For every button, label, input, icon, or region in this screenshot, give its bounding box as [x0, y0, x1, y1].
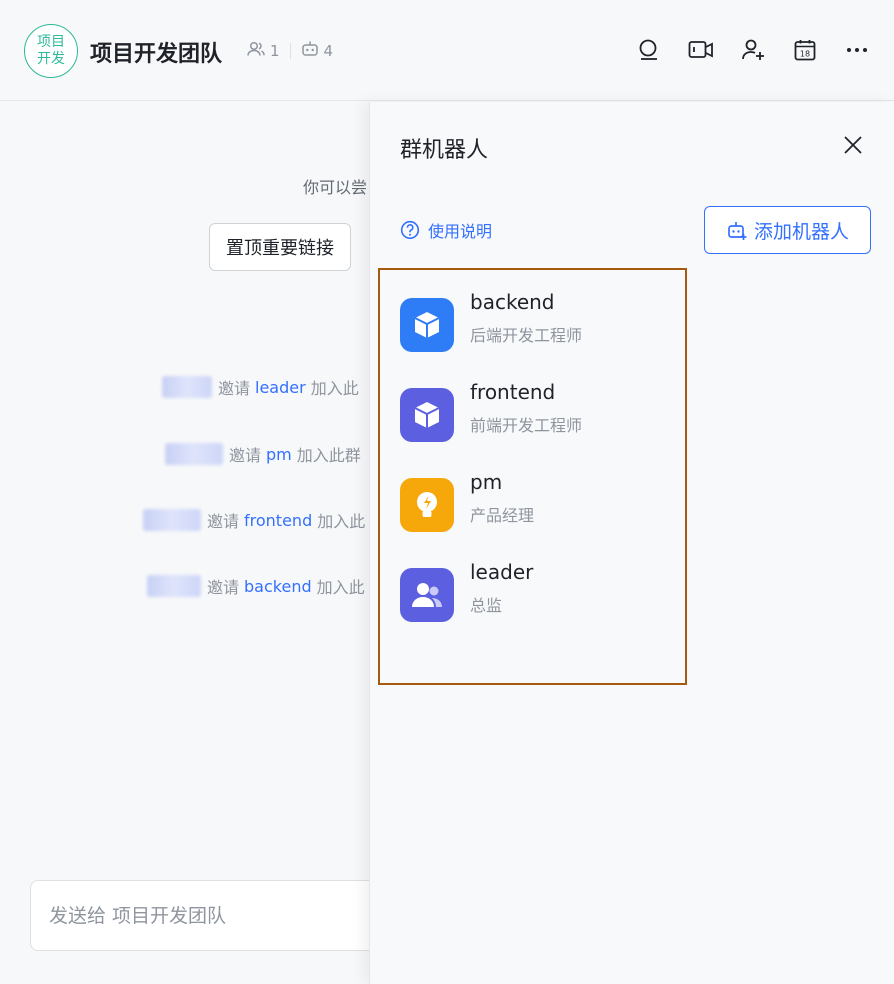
group-title[interactable]: 项目开发团队	[90, 36, 222, 68]
group-avatar-line1: 项目	[37, 34, 65, 50]
lightbulb-icon	[400, 478, 454, 532]
cube-icon	[400, 298, 454, 352]
pin-link-button[interactable]: 置顶重要链接	[209, 223, 351, 271]
invited-bot-link[interactable]: backend	[244, 577, 312, 596]
system-message-tail: 加入此	[316, 578, 365, 597]
invited-bot-link[interactable]: leader	[255, 378, 306, 397]
meta-divider	[289, 42, 291, 59]
bot-count: 4	[323, 41, 334, 60]
system-message: 邀请 pm 加入此群	[165, 442, 361, 466]
system-message-tail: 加入此	[310, 379, 359, 398]
system-message: 邀请 frontend 加入此	[143, 508, 365, 532]
bot-name: pm	[470, 470, 503, 494]
calendar-icon[interactable]: 18	[792, 36, 818, 64]
group-bots-panel: 群机器人 使用说明 添加机器人 backend 后端开发工程师 frontend…	[369, 102, 894, 984]
add-member-icon[interactable]	[740, 36, 766, 64]
system-message-tail: 加入此群	[296, 446, 361, 465]
chat-header: 项目 开发 项目开发团队 1 4 18	[0, 0, 894, 101]
group-meta: 1 4	[247, 40, 333, 61]
system-message: 邀请 leader 加入此	[162, 375, 359, 399]
bot-role: 总监	[470, 596, 503, 615]
question-circle-icon	[400, 220, 420, 240]
video-call-icon[interactable]	[688, 36, 714, 64]
bot-item-backend[interactable]: backend 后端开发工程师	[400, 290, 670, 352]
panel-title: 群机器人	[400, 138, 489, 163]
group-avatar-line2: 开发	[37, 51, 65, 67]
add-bot-icon	[728, 222, 747, 240]
system-message-verb: 邀请	[207, 512, 240, 531]
bot-role: 产品经理	[470, 506, 535, 525]
bot-item-frontend[interactable]: frontend 前端开发工程师	[400, 380, 670, 442]
system-message-verb: 邀请	[207, 578, 240, 597]
close-icon[interactable]	[840, 132, 866, 158]
header-toolbar: 18	[636, 36, 870, 64]
cube-icon	[400, 388, 454, 442]
member-count: 1	[270, 41, 280, 60]
blurred-avatar	[165, 443, 223, 465]
bot-list: backend 后端开发工程师 frontend 前端开发工程师 pm 产品经理…	[378, 268, 687, 685]
add-bot-button[interactable]: 添加机器人	[704, 206, 871, 254]
bot-name: leader	[470, 560, 534, 584]
system-message-verb: 邀请	[229, 446, 262, 465]
help-link[interactable]: 使用说明	[400, 218, 492, 242]
bot-role: 后端开发工程师	[470, 326, 583, 345]
group-avatar[interactable]: 项目 开发	[24, 24, 78, 78]
members-icon[interactable]	[247, 41, 270, 61]
users-icon	[400, 568, 454, 622]
bot-icon[interactable]	[301, 40, 324, 61]
bot-item-pm[interactable]: pm 产品经理	[400, 470, 670, 532]
system-message-tail: 加入此	[317, 512, 366, 531]
bot-role: 前端开发工程师	[470, 416, 583, 435]
system-message-verb: 邀请	[218, 379, 251, 398]
system-message: 邀请 backend 加入此	[147, 574, 365, 598]
blurred-avatar	[143, 509, 201, 531]
blurred-avatar	[162, 376, 212, 398]
invited-bot-link[interactable]: frontend	[244, 511, 312, 530]
help-label: 使用说明	[428, 222, 493, 241]
svg-text:18: 18	[800, 50, 810, 59]
blurred-avatar	[147, 575, 201, 597]
search-icon[interactable]	[636, 36, 662, 64]
bot-item-leader[interactable]: leader 总监	[400, 560, 670, 622]
more-icon[interactable]	[844, 36, 870, 64]
invited-bot-link[interactable]: pm	[266, 445, 292, 464]
chat-hint-text: 你可以尝	[303, 178, 368, 197]
bot-name: backend	[470, 290, 555, 314]
bot-name: frontend	[470, 380, 556, 404]
add-bot-label: 添加机器人	[753, 220, 849, 243]
